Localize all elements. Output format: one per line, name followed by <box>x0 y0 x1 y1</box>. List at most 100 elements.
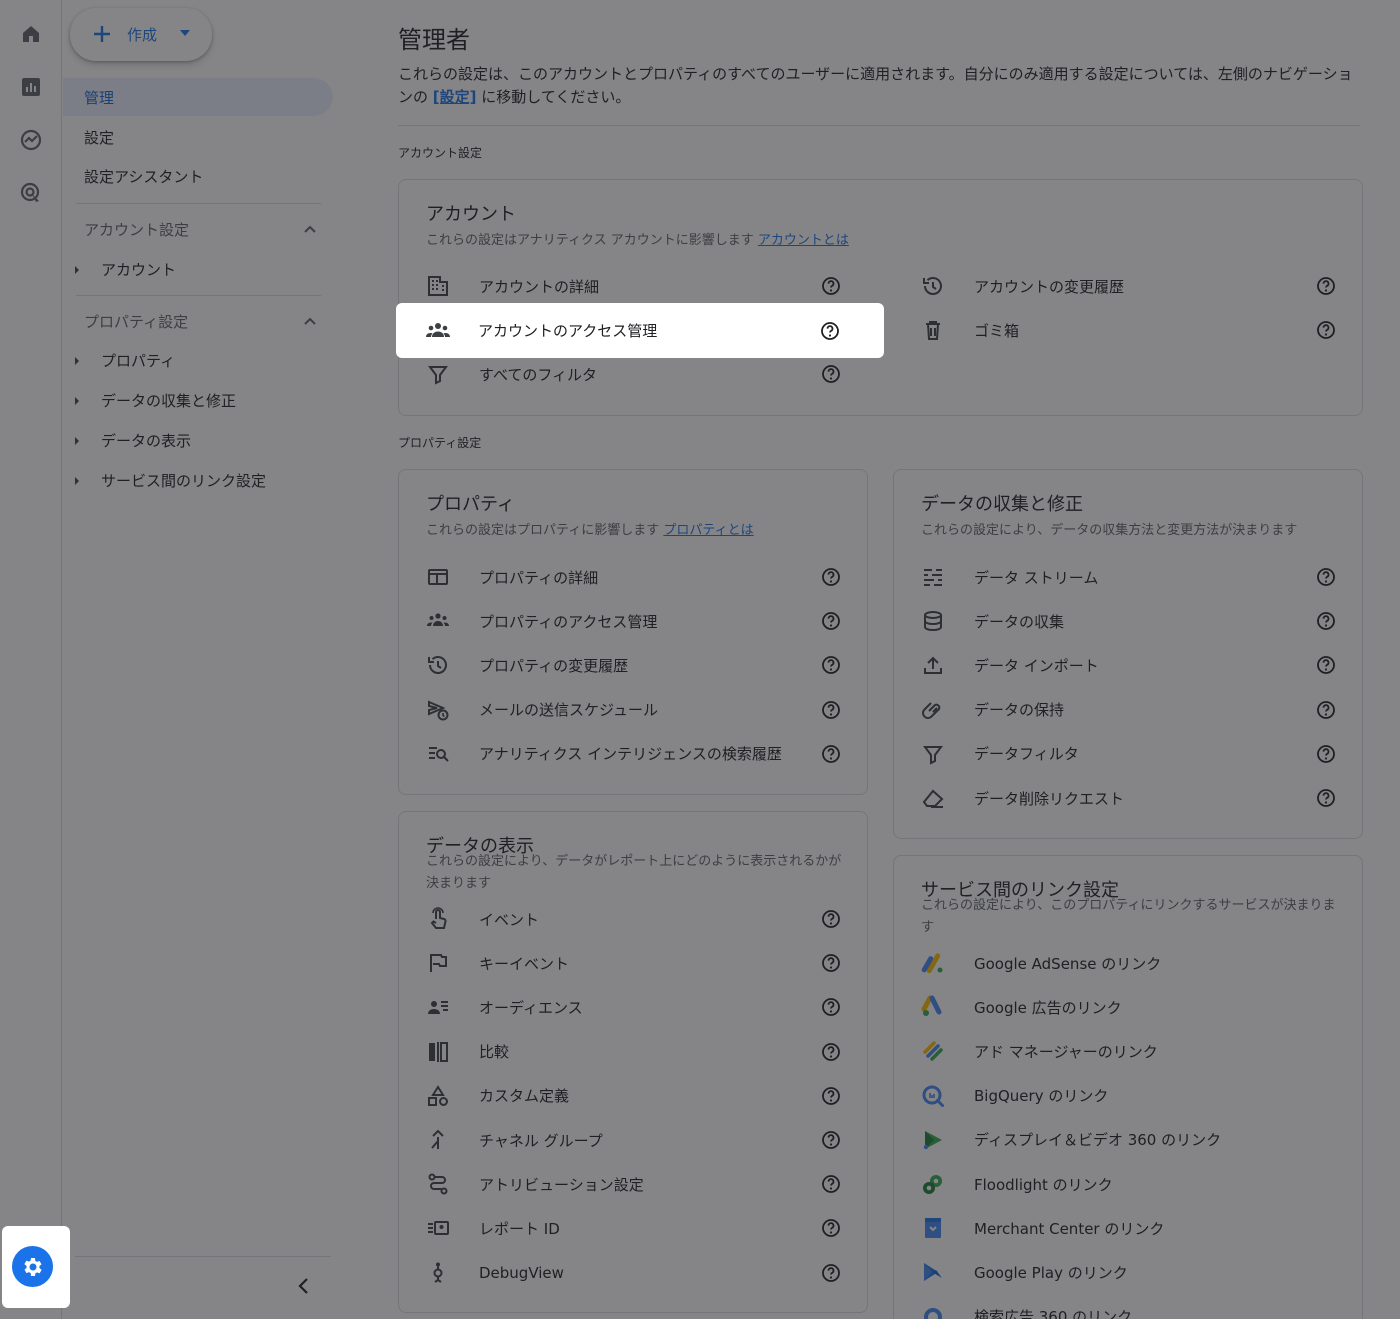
create-label: 作成 <box>127 26 158 44</box>
help-icon[interactable] <box>821 364 841 384</box>
help-icon[interactable] <box>821 1130 841 1150</box>
section-property-settings[interactable]: プロパティ設定 <box>84 311 188 332</box>
help-icon[interactable] <box>821 1174 841 1194</box>
sidebar-item-label: サービス間のリンク設定 <box>101 472 267 490</box>
compare-icon <box>429 1041 448 1062</box>
database-row[interactable]: データの収集 <box>894 599 1364 643</box>
route-row[interactable]: アトリビューション設定 <box>399 1162 869 1206</box>
shapes-row[interactable]: カスタム定義 <box>399 1074 869 1118</box>
sidebar-item-account[interactable]: アカウント <box>75 259 176 280</box>
debug-row[interactable]: DebugView <box>399 1251 869 1295</box>
help-icon[interactable] <box>821 611 841 631</box>
sidebar-item-property[interactable]: プロパティ <box>75 350 175 371</box>
help-icon[interactable] <box>1316 320 1336 340</box>
schedule-send-row[interactable]: メールの送信スケジュール <box>399 688 869 732</box>
compare-row[interactable]: 比較 <box>399 1030 869 1074</box>
card-subtitle: これらの設定はアナリティクス アカウントに影響します アカウントとは <box>426 230 849 252</box>
help-icon[interactable] <box>821 1263 841 1283</box>
help-icon[interactable] <box>1316 655 1336 675</box>
help-icon[interactable] <box>821 1218 841 1238</box>
flag-icon <box>430 954 447 973</box>
floodlight-row[interactable]: Floodlight のリンク <box>894 1162 1364 1206</box>
help-icon[interactable] <box>821 953 841 973</box>
row-label: アカウントの詳細 <box>479 277 600 296</box>
help-icon[interactable] <box>821 1042 841 1062</box>
debug-icon <box>433 1262 443 1283</box>
help-icon[interactable] <box>1316 567 1336 587</box>
row-label: 検索広告 360 のリンク <box>974 1308 1133 1319</box>
adsense-icon <box>921 953 943 974</box>
sidebar-item-product-links[interactable]: サービス間のリンク設定 <box>75 470 266 491</box>
help-icon[interactable] <box>821 744 841 764</box>
chevron-up-icon[interactable] <box>303 316 317 325</box>
filter-row[interactable]: データフィルタ <box>894 732 1364 776</box>
paperclip-icon <box>922 701 941 719</box>
help-icon[interactable] <box>1316 276 1336 296</box>
help-icon[interactable] <box>821 909 841 929</box>
sidebar-item-data-collection[interactable]: データの収集と修正 <box>75 390 236 411</box>
account-access-management-row[interactable]: アカウントのアクセス管理 <box>396 303 884 358</box>
group-row[interactable]: プロパティのアクセス管理 <box>399 599 869 643</box>
account-details-row[interactable]: アカウントの詳細 <box>399 264 869 308</box>
what-is-account-link[interactable]: アカウントとは <box>758 233 849 248</box>
eraser-row[interactable]: データ削除リクエスト <box>894 776 1364 820</box>
trash-row[interactable]: ゴミ箱 <box>894 308 1364 352</box>
upload-row[interactable]: データ インポート <box>894 643 1364 687</box>
collapse-chevron-left-icon[interactable] <box>296 1276 312 1296</box>
paperclip-row[interactable]: データの保持 <box>894 688 1364 732</box>
help-icon[interactable] <box>821 1086 841 1106</box>
help-icon[interactable] <box>821 655 841 675</box>
help-icon[interactable] <box>821 567 841 587</box>
row-label: アカウントのアクセス管理 <box>478 322 658 340</box>
settings-link[interactable]: [設定] <box>433 88 477 106</box>
history-row[interactable]: プロパティの変更履歴 <box>399 643 869 687</box>
history-icon <box>428 656 447 675</box>
merge-row[interactable]: チャネル グループ <box>399 1118 869 1162</box>
flag-row[interactable]: キーイベント <box>399 941 869 985</box>
upload-icon <box>924 656 942 675</box>
dv360-row[interactable]: ディスプレイ＆ビデオ 360 のリンク <box>894 1118 1364 1162</box>
help-icon[interactable] <box>821 700 841 720</box>
home-icon[interactable] <box>19 22 43 46</box>
search-history-row[interactable]: アナリティクス インテリジェンスの検索履歴 <box>399 732 869 776</box>
google-play-row[interactable]: Google Play のリンク <box>894 1250 1364 1294</box>
create-button[interactable]: 作成 <box>70 8 212 61</box>
account-change-history-row[interactable]: アカウントの変更履歴 <box>894 264 1364 308</box>
help-icon[interactable] <box>1316 744 1336 764</box>
bigquery-row[interactable]: BigQuery のリンク <box>894 1074 1364 1118</box>
sidebar-item-setup-assistant[interactable]: 設定アシスタント <box>63 157 333 195</box>
help-icon[interactable] <box>1316 700 1336 720</box>
caret-down-icon <box>180 30 190 36</box>
sa360-row[interactable]: 検索広告 360 のリンク <box>894 1295 1364 1319</box>
adsense-row[interactable]: Google AdSense のリンク <box>894 941 1364 985</box>
section-account-settings[interactable]: アカウント設定 <box>84 219 189 240</box>
dv360-icon <box>923 1130 942 1149</box>
row-label: キーイベント <box>479 954 570 973</box>
help-icon[interactable] <box>821 276 841 296</box>
all-filters-row[interactable]: すべてのフィルタ <box>399 352 869 396</box>
advertising-icon[interactable] <box>19 181 43 205</box>
chevron-up-icon[interactable] <box>303 224 317 233</box>
what-is-property-link[interactable]: プロパティとは <box>663 523 753 538</box>
web-row[interactable]: プロパティの詳細 <box>399 555 869 599</box>
sidebar-item-settings[interactable]: 設定 <box>63 118 333 156</box>
sidebar-item-data-display[interactable]: データの表示 <box>75 430 191 451</box>
sidebar: 作成 管理 設定 設定アシスタント アカウント設定 アカウント プロパティ設定 … <box>63 0 333 1319</box>
help-icon[interactable] <box>820 321 840 341</box>
search-history-icon <box>429 746 449 762</box>
description-text: に移動してください。 <box>476 88 631 106</box>
badge-row[interactable]: レポート ID <box>399 1206 869 1250</box>
touch-row[interactable]: イベント <box>399 897 869 941</box>
help-icon[interactable] <box>1316 611 1336 631</box>
google-ads-row[interactable]: Google 広告のリンク <box>894 985 1364 1029</box>
stream-row[interactable]: データ ストリーム <box>894 555 1364 599</box>
ad-manager-row[interactable]: アド マネージャーのリンク <box>894 1029 1364 1073</box>
help-icon[interactable] <box>1316 788 1336 808</box>
explore-icon[interactable] <box>19 128 43 152</box>
admin-gear-button[interactable] <box>2 1226 70 1308</box>
reports-icon[interactable] <box>19 75 43 99</box>
merchant-center-row[interactable]: Merchant Center のリンク <box>894 1206 1364 1250</box>
sidebar-item-admin[interactable]: 管理 <box>63 78 333 116</box>
help-icon[interactable] <box>821 997 841 1017</box>
audience-row[interactable]: オーディエンス <box>399 985 869 1029</box>
